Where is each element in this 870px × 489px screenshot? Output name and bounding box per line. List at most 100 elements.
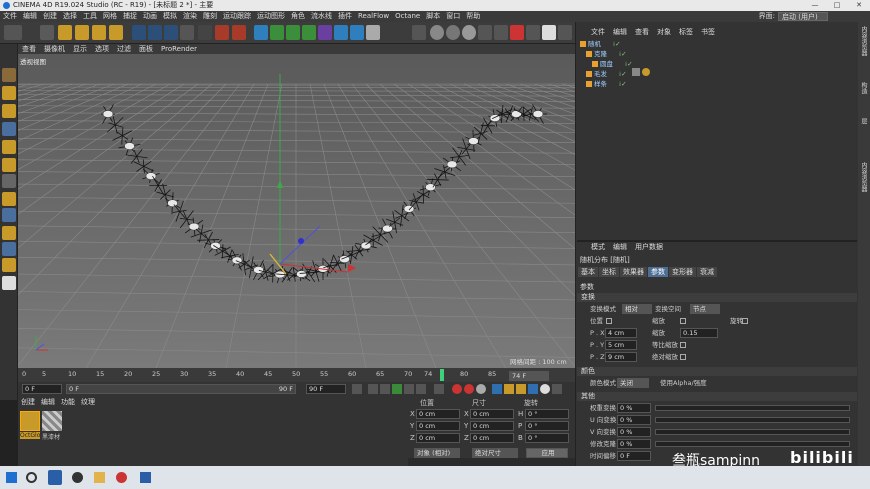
object-menu-item-3[interactable]: 对象 [657, 28, 671, 36]
visibility-icon[interactable]: ⁞✓ [625, 60, 633, 68]
texture-mode-icon[interactable] [2, 104, 16, 118]
menu-item-7[interactable]: 动画 [143, 12, 157, 20]
menu-item-15[interactable]: 插件 [338, 12, 352, 20]
attribute-menu-item-2[interactable]: 用户数据 [635, 243, 663, 251]
grid-icon[interactable] [2, 242, 16, 256]
material-black[interactable] [42, 411, 62, 431]
rotation-checkbox[interactable] [742, 318, 748, 324]
playhead[interactable] [440, 369, 444, 381]
key-rot-icon[interactable] [516, 384, 526, 394]
menu-item-2[interactable]: 创建 [43, 12, 57, 20]
other-param-field[interactable]: 0 % [617, 415, 651, 425]
c4d-task-icon[interactable] [48, 470, 62, 485]
other-param-field[interactable]: 0 % [617, 427, 651, 437]
attribute-tab-3[interactable]: 参数 [648, 267, 668, 277]
position-checkbox[interactable] [606, 318, 612, 324]
select-icon[interactable] [40, 25, 54, 40]
octane-camera-icon[interactable] [494, 25, 508, 40]
octane-record-icon[interactable] [510, 25, 524, 40]
transform-space-select[interactable]: 节点 [690, 304, 720, 314]
octane-live-icon[interactable] [412, 25, 426, 40]
attribute-tab-5[interactable]: 衰减 [697, 267, 717, 277]
coord-rot-field[interactable]: 0 ° [525, 433, 569, 443]
other-param-slider[interactable] [655, 441, 850, 447]
object-row[interactable]: 圆盘 ⁞✓ [580, 60, 633, 69]
close-button[interactable]: ✕ [848, 0, 870, 11]
edges-mode-icon[interactable] [2, 140, 16, 154]
current-frame-field[interactable]: 74 F [509, 371, 549, 381]
attribute-menu-item-0[interactable]: 模式 [591, 243, 605, 251]
octane-material-icon[interactable] [446, 25, 460, 40]
coord-pos-field[interactable]: 0 cm [416, 409, 460, 419]
cloner-icon[interactable] [302, 25, 316, 40]
coord-rot-field[interactable]: 0 ° [525, 421, 569, 431]
menu-item-8[interactable]: 模拟 [163, 12, 177, 20]
octane-settings-icon[interactable] [478, 25, 492, 40]
cube-icon[interactable] [254, 25, 268, 40]
menu-item-11[interactable]: 运动跟踪 [223, 12, 251, 20]
visibility-icon[interactable]: ⁞✓ [613, 40, 621, 48]
visibility-icon[interactable]: ⁞✓ [619, 50, 627, 58]
side-tab-2[interactable]: 层 [859, 118, 868, 124]
coord-system-icon[interactable] [180, 25, 194, 40]
move-all-icon[interactable] [109, 25, 123, 40]
obs-task-icon[interactable] [72, 472, 83, 483]
object-row[interactable]: 随机 ⁞✓ [580, 40, 621, 49]
next-key-icon[interactable] [416, 384, 426, 394]
octane-light-icon[interactable] [526, 25, 540, 40]
key-param-icon[interactable] [528, 384, 538, 394]
maximize-button[interactable]: □ [826, 0, 848, 11]
magnet-icon[interactable] [2, 258, 16, 272]
material-menu-item-2[interactable]: 功能 [61, 398, 75, 406]
pz-field[interactable]: 9 cm [605, 352, 637, 362]
uniform-scale-checkbox[interactable] [680, 342, 686, 348]
menu-item-9[interactable]: 渲染 [183, 12, 197, 20]
menu-item-3[interactable]: 选择 [63, 12, 77, 20]
lock-workplane-icon[interactable] [2, 226, 16, 240]
other-param-slider[interactable] [655, 429, 850, 435]
pen-icon[interactable] [270, 25, 284, 40]
other-section[interactable]: 其他 [577, 392, 857, 401]
axis-mode-icon[interactable] [2, 174, 16, 188]
render-settings-icon[interactable] [232, 25, 246, 40]
app-task-icon[interactable] [140, 472, 151, 483]
side-tab-1[interactable]: 构造 [859, 82, 868, 94]
menu-item-20[interactable]: 帮助 [466, 12, 480, 20]
viewport-menu-item-1[interactable]: 摄像机 [44, 45, 65, 53]
side-tab-3[interactable]: 内容浏览器 [859, 162, 868, 192]
move-icon[interactable] [58, 25, 72, 40]
scale-checkbox[interactable] [680, 318, 686, 324]
object-menu-item-0[interactable]: 文件 [591, 28, 605, 36]
frame-range-slider[interactable]: 0 F 90 F [66, 384, 296, 394]
timeline-menu-icon[interactable] [552, 384, 562, 394]
play-icon[interactable] [392, 384, 402, 394]
go-start-icon[interactable] [352, 384, 362, 394]
octane-toggle-icon[interactable] [542, 25, 556, 40]
camera-icon[interactable] [350, 25, 364, 40]
keyframe-select-icon[interactable] [476, 384, 486, 394]
viewport-menu-item-2[interactable]: 显示 [73, 45, 87, 53]
attribute-tab-4[interactable]: 变形器 [669, 267, 696, 277]
axis-z-icon[interactable] [164, 25, 178, 40]
axis-y-icon[interactable] [148, 25, 162, 40]
material-menu-item-3[interactable]: 纹理 [81, 398, 95, 406]
prev-key-icon[interactable] [368, 384, 378, 394]
undo-icon[interactable] [4, 25, 22, 40]
other-param-slider[interactable] [655, 405, 850, 411]
material-octglo[interactable] [20, 411, 40, 431]
coord-size-mode-select[interactable]: 绝对尺寸 [472, 448, 518, 458]
workplane-icon[interactable] [2, 208, 16, 222]
color-section[interactable]: 颜色 [577, 367, 857, 376]
menu-item-16[interactable]: RealFlow [358, 12, 389, 20]
viewport-menu-item-5[interactable]: 面板 [139, 45, 153, 53]
floor-icon[interactable] [334, 25, 348, 40]
prev-frame-icon[interactable] [380, 384, 390, 394]
menu-item-17[interactable]: Octane [395, 12, 420, 20]
attribute-menu-item-1[interactable]: 编辑 [613, 243, 627, 251]
snap-icon[interactable] [2, 192, 16, 206]
viewport-menu-item-3[interactable]: 选项 [95, 45, 109, 53]
py-field[interactable]: 5 cm [605, 340, 637, 350]
octane-sphere-icon[interactable] [430, 25, 444, 40]
apply-button[interactable]: 应用 [526, 448, 568, 458]
menu-item-0[interactable]: 文件 [3, 12, 17, 20]
